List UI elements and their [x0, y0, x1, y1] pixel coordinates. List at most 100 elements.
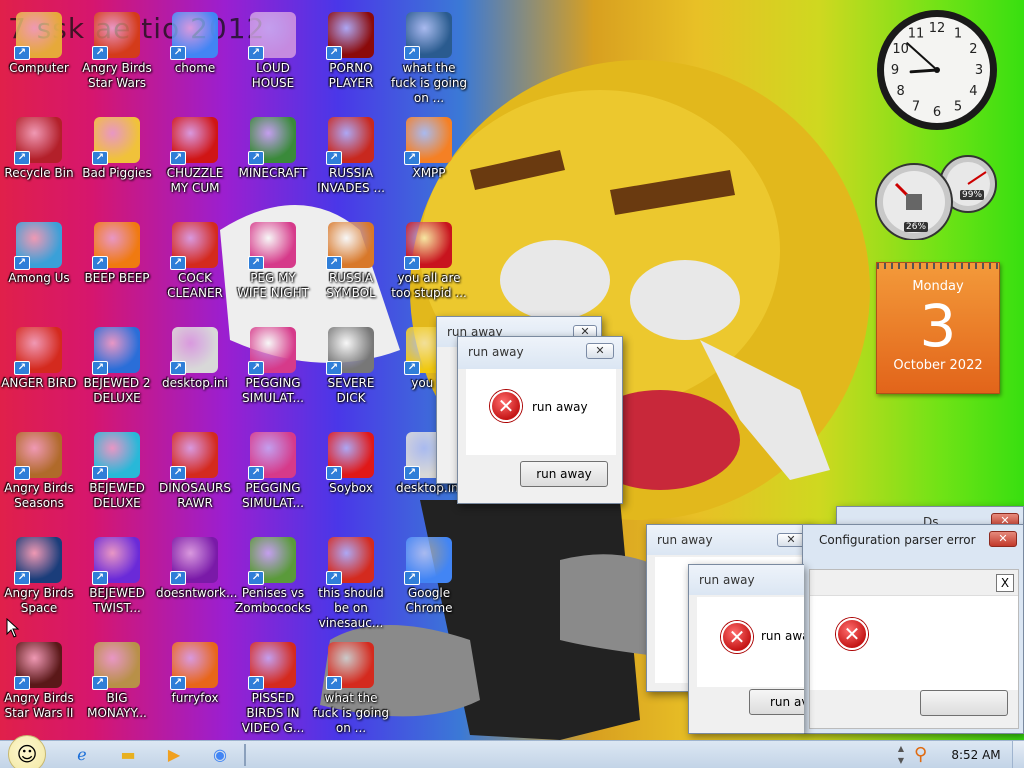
tray-scroll-arrows[interactable]: ▲ ▼ [895, 743, 907, 767]
desktop-icon-label: Angry Birds Star Wars [82, 61, 152, 90]
desktop-icon[interactable]: ↗ PISSED BIRDS IN VIDEO G... [234, 636, 312, 738]
close-button[interactable]: ✕ [989, 531, 1017, 547]
shortcut-arrow-icon: ↗ [404, 256, 420, 270]
dev-cpp-icon: ↗ [404, 222, 452, 270]
desktop-icon[interactable]: ↗ chome [156, 6, 234, 108]
flash-player-icon: ↗ [326, 12, 374, 60]
desktop-icon[interactable]: ↗ doesntwork... [156, 531, 237, 633]
desktop-icon[interactable]: ↗ PORNO PLAYER [312, 6, 390, 108]
desktop-icon[interactable]: ↗ CHUZZLE MY CUM [156, 111, 234, 213]
shortcut-arrow-icon: ↗ [248, 151, 264, 165]
desktop-icon[interactable]: ↗ ANGER BIRD [0, 321, 78, 423]
error-icon: ✕ [721, 621, 753, 653]
desktop-icon[interactable]: ↗ RUSSIA INVADES ... [312, 111, 390, 213]
config-ok-button[interactable] [920, 690, 1008, 716]
close-button[interactable]: ✕ [586, 343, 614, 359]
desktop-icon-label: what the fuck is going on ... [312, 691, 390, 735]
desktop-icon[interactable]: ↗ this should be on vinesauc... [312, 531, 390, 633]
loud-house-icon: ↗ [248, 12, 296, 60]
desktop-icon[interactable]: ↗ Bad Piggies [78, 111, 156, 213]
desktop-icon[interactable]: ↗ what the fuck is going on ... [390, 6, 468, 108]
desktop-icon[interactable]: ↗ BEJEWED DELUXE [78, 426, 156, 528]
config-close-box[interactable]: X [996, 574, 1014, 592]
clock-gadget[interactable]: 1 2 3 4 5 6 7 8 9 10 11 12 [874, 7, 1000, 133]
desktop-icon[interactable]: ↗ COCK CLEANER [156, 216, 234, 318]
dialog-titlebar[interactable]: run away ✕ [458, 337, 622, 369]
desktop-icon-label: RUSSIA SYMBOL [326, 271, 376, 300]
desktop-icon[interactable]: ↗ MINECRAFT [234, 111, 312, 213]
desktop-icon[interactable]: ↗ what the fuck is going on ... [312, 636, 390, 738]
run-away-dialog-lower-mid[interactable]: run away ✕ run awa run av [688, 564, 804, 734]
desktop-icon-label: BIG MONAYY... [87, 691, 147, 720]
desktop-icon[interactable]: ↗ SEVERE DICK [312, 321, 390, 423]
desktop-icon[interactable]: ↗ Angry Birds Star Wars [78, 6, 156, 108]
desktop-icon[interactable]: ↗ PEGGING SIMULAT... [234, 321, 312, 423]
internet-explorer-icon[interactable]: ℯ [64, 743, 100, 767]
desktop-icon[interactable]: ↗ Penises vs Zombococks [234, 531, 312, 633]
dialog-titlebar[interactable]: run away ✕ [647, 525, 811, 555]
desktop-icon[interactable]: ↗ Google Chrome [390, 531, 468, 633]
cpu-percent: 26% [904, 222, 929, 232]
desktop-icon-label: LOUD HOUSE [251, 61, 295, 90]
start-button[interactable]: ☺ [8, 735, 46, 768]
desktop-icon[interactable]: ↗ XMPP [390, 111, 468, 213]
desktop-icon-label: chome [174, 61, 216, 75]
desktop-icon[interactable]: ↗ Among Us [0, 216, 78, 318]
desktop-icon[interactable]: ↗ Angry Birds Star Wars II [0, 636, 78, 738]
desktop-icon[interactable]: ↗ PEGGING SIMULAT... [234, 426, 312, 528]
desktop-icon[interactable]: ↗ Computer [0, 6, 78, 108]
desktop-icon[interactable]: ↗ you all are too stupid ... [390, 216, 468, 318]
calendar-gadget[interactable]: Monday 3 October 2022 [876, 262, 1000, 394]
desktop-icon-label: Bad Piggies [82, 166, 152, 180]
media-player-icon[interactable]: ▶ [156, 743, 192, 767]
run-away-button[interactable]: run away [520, 461, 608, 487]
shortcut-arrow-icon: ↗ [248, 361, 264, 375]
money-bag-icon: ↗ [92, 642, 140, 690]
show-desktop-button[interactable] [1012, 741, 1024, 768]
memory-percent: 99% [960, 190, 985, 200]
desktop-icon[interactable]: ↗ RUSSIA SYMBOL [312, 216, 390, 318]
yahoo-messenger-icon: ↗ [170, 537, 218, 585]
dialog-title: run away [657, 533, 713, 547]
desktop-icon[interactable]: ↗ BEJEWED 2 DELUXE [78, 321, 156, 423]
desktop-icon[interactable]: ↗ BEJEWED TWIST... [78, 531, 156, 633]
desktop-icon[interactable]: ↗ furryfox [156, 636, 234, 738]
desktop-icon-label: MINECRAFT [238, 166, 308, 180]
clock-time[interactable]: 8:52 AM [946, 741, 1006, 768]
shortcut-arrow-icon: ↗ [248, 256, 264, 270]
desktop-icon[interactable]: ↗ BEEP BEEP [78, 216, 156, 318]
russia-symbol-icon: ↗ [326, 222, 374, 270]
shortcut-arrow-icon: ↗ [170, 46, 186, 60]
desktop-icon[interactable]: ↗ desktop.ini [156, 321, 234, 423]
xampp-icon: ↗ [404, 117, 452, 165]
angry-birds-space-icon: ↗ [14, 537, 62, 585]
bejeweled-2-icon: ↗ [92, 327, 140, 375]
shortcut-arrow-icon: ↗ [14, 361, 30, 375]
recycle-bin-icon: ↗ [14, 117, 62, 165]
bad-piggies-icon: ↗ [92, 117, 140, 165]
shortcut-arrow-icon: ↗ [248, 46, 264, 60]
config-parser-error-window[interactable]: Configuration parser error ✕ X ✕ [802, 524, 1024, 734]
desktop-icon[interactable]: ↗ BIG MONAYY... [78, 636, 156, 738]
close-button[interactable]: ✕ [777, 533, 805, 547]
desktop-icon[interactable]: ↗ LOUD HOUSE [234, 6, 312, 108]
run-away-button[interactable]: run av [749, 689, 804, 715]
cpu-meter-gadget[interactable]: 99% 26% [874, 150, 1002, 241]
search-icon[interactable]: ⚲ [914, 743, 936, 767]
error-icon: ✕ [836, 618, 868, 650]
dialog-titlebar[interactable]: run away [689, 565, 804, 595]
desktop-icon[interactable]: ↗ Soybox [312, 426, 390, 528]
vlc-icon: ↗ [92, 222, 140, 270]
explorer-icon[interactable]: ▬ [110, 743, 146, 767]
run-away-dialog-front[interactable]: run away ✕ ✕ run away run away [457, 336, 623, 504]
dialog-message: run away [532, 400, 588, 414]
desktop-icon[interactable]: ↗ Angry Birds Seasons [0, 426, 78, 528]
desktop-icon[interactable]: ↗ Recycle Bin [0, 111, 78, 213]
desktop-icon[interactable]: ↗ DINOSAURS RAWR [156, 426, 234, 528]
shortcut-arrow-icon: ↗ [14, 571, 30, 585]
chrome-icon[interactable]: ◉ [202, 743, 238, 767]
shortcut-arrow-icon: ↗ [248, 466, 264, 480]
desktop-icon[interactable]: ↗ PEG MY WIFE NIGHT [234, 216, 312, 318]
angry-bird-icon: ↗ [326, 537, 374, 585]
config-title: Configuration parser error [819, 533, 976, 547]
